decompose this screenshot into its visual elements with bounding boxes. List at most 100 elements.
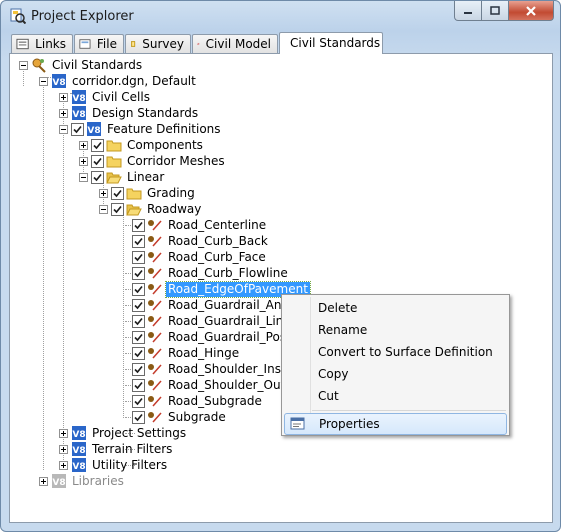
file-icon: [79, 39, 91, 49]
checkbox[interactable]: [132, 298, 145, 312]
menu-item-label: Convert to Surface Definition: [318, 345, 493, 359]
feature-definition-icon: [147, 393, 163, 409]
tab-file[interactable]: File: [74, 34, 124, 53]
minimize-button[interactable]: [454, 1, 482, 21]
checkbox[interactable]: [132, 314, 145, 328]
v8-file-icon: V8: [86, 121, 102, 137]
feature-definition-icon: [147, 329, 163, 345]
collapse-toggle[interactable]: [79, 172, 88, 182]
checkbox[interactable]: [132, 362, 145, 376]
expand-toggle[interactable]: [99, 188, 108, 198]
expand-toggle[interactable]: [59, 428, 68, 438]
expand-toggle[interactable]: [59, 444, 68, 454]
tree-node-label: Road_Subgrade: [168, 393, 262, 408]
menu-item-delete[interactable]: Delete: [284, 297, 507, 319]
tree-node-civil-cells[interactable]: V8 Civil Cells: [59, 89, 152, 105]
tree-node-feature[interactable]: Road_Curb_Face: [132, 249, 268, 265]
tree-node-feature[interactable]: Road_Shoulder_Inside: [132, 361, 301, 377]
checkbox[interactable]: [132, 250, 145, 264]
tab-civil-standards[interactable]: Civil Standards: [279, 32, 383, 54]
tree-node-roadway[interactable]: Roadway: [99, 201, 203, 217]
tree-node-corridor-meshes[interactable]: Corridor Meshes: [79, 153, 227, 169]
collapse-toggle[interactable]: [39, 76, 48, 86]
checkbox[interactable]: [132, 266, 145, 280]
open-folder-icon: [126, 201, 142, 217]
tree-node-feature[interactable]: Road_Subgrade: [132, 393, 264, 409]
checkbox[interactable]: [71, 122, 84, 136]
v8-file-icon-disabled: V8: [51, 473, 67, 489]
checkbox[interactable]: [132, 410, 145, 424]
checkbox[interactable]: [132, 394, 145, 408]
close-icon: [526, 5, 536, 16]
tree-node-feature[interactable]: Road_Centerline: [132, 217, 268, 233]
tree-node-libraries[interactable]: V8 Libraries: [39, 473, 126, 489]
feature-definition-icon: [147, 313, 163, 329]
tree-node-terrain-filters[interactable]: V8 Terrain Filters: [59, 441, 174, 457]
tree-node-feature[interactable]: Subgrade: [132, 409, 228, 425]
checkbox[interactable]: [132, 378, 145, 392]
expand-toggle[interactable]: [59, 108, 68, 118]
feature-definition-icon: [147, 361, 163, 377]
tree-node-linear[interactable]: Linear: [79, 169, 166, 185]
checkbox[interactable]: [132, 282, 145, 296]
checkbox[interactable]: [91, 170, 104, 184]
tree-node-project-settings[interactable]: V8 Project Settings: [59, 425, 188, 441]
collapse-toggle[interactable]: [19, 60, 28, 70]
folder-icon: [106, 153, 122, 169]
civil-model-icon: [197, 43, 200, 45]
tree-node-feature[interactable]: Road_Curb_Flowline: [132, 265, 290, 281]
maximize-button[interactable]: [482, 1, 509, 21]
v8-file-icon: V8: [71, 89, 87, 105]
expand-toggle[interactable]: [79, 156, 88, 166]
tab-label: Survey: [142, 36, 184, 51]
checkbox[interactable]: [132, 218, 145, 232]
civil-standards-icon: [31, 57, 47, 73]
tree-node-label: Civil Standards: [52, 57, 143, 72]
checkbox[interactable]: [132, 330, 145, 344]
tab-survey[interactable]: Survey: [125, 34, 191, 53]
expand-toggle[interactable]: [59, 460, 68, 470]
tree-node-grading[interactable]: Grading: [99, 185, 197, 201]
tree-node-feature-definitions[interactable]: V8 Feature Definitions: [59, 121, 223, 137]
expand-toggle[interactable]: [59, 92, 68, 102]
menu-item-properties[interactable]: Properties: [284, 413, 507, 435]
close-button[interactable]: [509, 1, 554, 21]
menu-item-convert-to-surface-definition[interactable]: Convert to Surface Definition: [284, 341, 507, 363]
tree-node-components[interactable]: Components: [79, 137, 205, 153]
tree-node-civil-standards[interactable]: Civil Standards: [19, 57, 144, 73]
tree-node-feature[interactable]: Road_Curb_Back: [132, 233, 270, 249]
tree-node-utility-filters[interactable]: V8 Utility Filters: [59, 457, 169, 473]
checkbox[interactable]: [91, 154, 104, 168]
checkbox[interactable]: [132, 346, 145, 360]
tree-node-feature[interactable]: Road_Guardrail_Line: [132, 313, 293, 329]
checkbox[interactable]: [111, 202, 124, 216]
menu-item-label: Properties: [319, 417, 380, 431]
tree-node-label: Road_Guardrail_Line: [168, 313, 291, 328]
collapse-toggle[interactable]: [59, 124, 68, 134]
checkbox[interactable]: [132, 234, 145, 248]
menu-item-rename[interactable]: Rename: [284, 319, 507, 341]
tree-node-feature[interactable]: Road_Hinge: [132, 345, 241, 361]
collapse-toggle[interactable]: [99, 204, 108, 214]
tree-node-label: Design Standards: [92, 105, 199, 120]
tree-node-file[interactable]: V8 corridor.dgn, Default: [39, 73, 198, 89]
svg-text:V8: V8: [87, 126, 100, 136]
project-explorer-icon: [10, 8, 27, 25]
tree-node-label: Libraries: [72, 473, 124, 488]
tab-links[interactable]: Links: [11, 34, 73, 53]
checkbox[interactable]: [91, 138, 104, 152]
tree-node-label: Project Settings: [92, 425, 187, 440]
tree-node-feature[interactable]: Road_Guardrail_Post: [132, 329, 293, 345]
title-bar[interactable]: Project Explorer: [1, 1, 560, 31]
expand-toggle[interactable]: [79, 140, 88, 150]
menu-item-copy[interactable]: Copy: [284, 363, 507, 385]
tree-node-design-standards[interactable]: V8 Design Standards: [59, 105, 200, 121]
tree-node-label: Utility Filters: [92, 457, 168, 472]
checkbox[interactable]: [111, 186, 124, 200]
feature-definition-icon: [147, 249, 163, 265]
tree-node-label: Road_Hinge: [168, 345, 240, 360]
tab-civil-model[interactable]: Civil Model: [192, 34, 278, 53]
menu-item-cut[interactable]: Cut: [284, 385, 507, 407]
tree-node-label: Components: [127, 137, 203, 152]
expand-toggle[interactable]: [39, 476, 48, 486]
